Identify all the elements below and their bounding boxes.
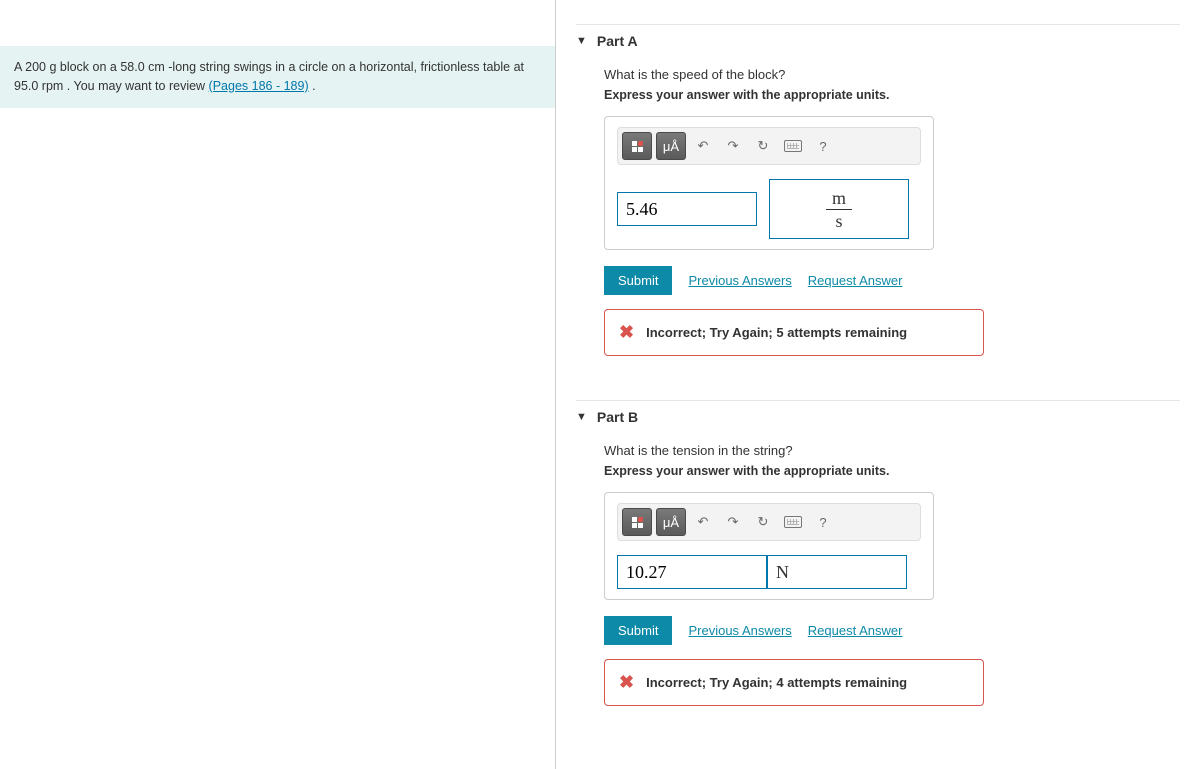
unit-denominator: s bbox=[835, 210, 842, 230]
part-a-actions: Submit Previous Answers Request Answer bbox=[604, 266, 1180, 295]
part-a-inputs: m s bbox=[617, 179, 921, 239]
part-a-hint: Express your answer with the appropriate… bbox=[604, 88, 1180, 102]
incorrect-icon: ✖ bbox=[619, 322, 634, 343]
templates-button[interactable] bbox=[622, 508, 652, 536]
keyboard-button[interactable] bbox=[780, 508, 806, 536]
submit-button[interactable]: Submit bbox=[604, 266, 672, 295]
reset-button[interactable]: ↻ bbox=[750, 132, 776, 160]
part-b-actions: Submit Previous Answers Request Answer bbox=[604, 616, 1180, 645]
problem-column: A 200 g block on a 58.0 cm -long string … bbox=[0, 0, 555, 769]
keyboard-button[interactable] bbox=[780, 132, 806, 160]
submit-button[interactable]: Submit bbox=[604, 616, 672, 645]
part-a-unit-input[interactable]: m s bbox=[769, 179, 909, 239]
problem-statement: A 200 g block on a 58.0 cm -long string … bbox=[0, 46, 555, 108]
part-a-body: What is the speed of the block? Express … bbox=[576, 57, 1180, 376]
reset-button[interactable]: ↻ bbox=[750, 508, 776, 536]
previous-answers-link[interactable]: Previous Answers bbox=[688, 273, 791, 288]
part-b-hint: Express your answer with the appropriate… bbox=[604, 464, 1180, 478]
templates-icon bbox=[632, 141, 643, 152]
undo-button[interactable]: ↶ bbox=[690, 508, 716, 536]
part-a-toolbar: μÅ ↶ ↷ ↻ ? bbox=[617, 127, 921, 165]
previous-answers-link[interactable]: Previous Answers bbox=[688, 623, 791, 638]
problem-text-after: . bbox=[312, 79, 315, 93]
undo-button[interactable]: ↶ bbox=[690, 132, 716, 160]
part-b-question: What is the tension in the string? bbox=[604, 443, 1180, 458]
part-a-feedback: ✖ Incorrect; Try Again; 5 attempts remai… bbox=[604, 309, 984, 356]
part-b-title: Part B bbox=[597, 409, 638, 425]
part-a-title: Part A bbox=[597, 33, 638, 49]
answer-column: ▼ Part A What is the speed of the block?… bbox=[555, 0, 1200, 769]
part-b-value-input[interactable] bbox=[617, 555, 767, 589]
request-answer-link[interactable]: Request Answer bbox=[808, 623, 903, 638]
keyboard-icon bbox=[784, 140, 802, 152]
redo-button[interactable]: ↷ bbox=[720, 132, 746, 160]
part-a-answer-box: μÅ ↶ ↷ ↻ ? m s bbox=[604, 116, 934, 250]
help-button[interactable]: ? bbox=[810, 132, 836, 160]
units-button[interactable]: μÅ bbox=[656, 132, 686, 160]
redo-button[interactable]: ↷ bbox=[720, 508, 746, 536]
part-a-value-input[interactable] bbox=[617, 192, 757, 226]
part-b-unit-input[interactable]: N bbox=[767, 555, 907, 589]
keyboard-icon bbox=[784, 516, 802, 528]
chevron-down-icon: ▼ bbox=[576, 411, 587, 423]
part-b-inputs: N bbox=[617, 555, 921, 589]
incorrect-icon: ✖ bbox=[619, 672, 634, 693]
part-a-feedback-text: Incorrect; Try Again; 5 attempts remaini… bbox=[646, 325, 907, 340]
fraction-unit: m s bbox=[826, 189, 852, 230]
templates-icon bbox=[632, 517, 643, 528]
part-a-header[interactable]: ▼ Part A bbox=[576, 24, 1180, 57]
part-b-feedback-text: Incorrect; Try Again; 4 attempts remaini… bbox=[646, 675, 907, 690]
chevron-down-icon: ▼ bbox=[576, 35, 587, 47]
part-b-header[interactable]: ▼ Part B bbox=[576, 400, 1180, 433]
unit-numerator: m bbox=[826, 189, 852, 210]
units-button[interactable]: μÅ bbox=[656, 508, 686, 536]
part-a-question: What is the speed of the block? bbox=[604, 67, 1180, 82]
request-answer-link[interactable]: Request Answer bbox=[808, 273, 903, 288]
templates-button[interactable] bbox=[622, 132, 652, 160]
part-b-toolbar: μÅ ↶ ↷ ↻ ? bbox=[617, 503, 921, 541]
part-b-answer-box: μÅ ↶ ↷ ↻ ? N bbox=[604, 492, 934, 600]
help-button[interactable]: ? bbox=[810, 508, 836, 536]
part-b-body: What is the tension in the string? Expre… bbox=[576, 433, 1180, 726]
part-b-feedback: ✖ Incorrect; Try Again; 4 attempts remai… bbox=[604, 659, 984, 706]
review-pages-link[interactable]: (Pages 186 - 189) bbox=[209, 79, 309, 93]
